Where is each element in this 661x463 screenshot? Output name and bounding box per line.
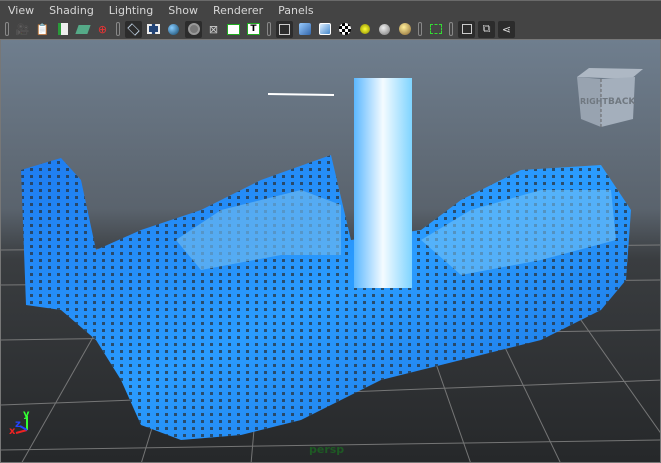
view-cube-right: RIGHT xyxy=(580,97,608,106)
menu-lighting[interactable]: Lighting xyxy=(109,4,153,17)
menu-renderer[interactable]: Renderer xyxy=(213,4,263,17)
camera-label: persp xyxy=(309,443,345,456)
perspective-viewport[interactable]: y x z RIGHT BACK persp xyxy=(0,39,661,463)
menu-shading[interactable]: Shading xyxy=(49,4,94,17)
isolate-select-icon[interactable] xyxy=(427,21,444,38)
menu-bar: View Shading Lighting Show Renderer Pane… xyxy=(0,0,661,19)
xray-joints-icon[interactable]: ⧉ xyxy=(478,20,495,38)
ambient-occlusion-icon[interactable] xyxy=(396,21,413,38)
bookmark-icon[interactable] xyxy=(54,21,71,38)
grid-icon[interactable] xyxy=(125,20,142,38)
toolbar-separator xyxy=(116,22,120,36)
image-plane-icon[interactable] xyxy=(74,21,91,38)
shadows-icon[interactable] xyxy=(376,21,393,38)
film-gate-icon[interactable] xyxy=(145,21,162,38)
wireframe-icon[interactable] xyxy=(276,20,293,38)
wireframe-on-shaded-icon[interactable] xyxy=(316,21,333,38)
toolbar-separator xyxy=(449,22,453,36)
scene: y x z xyxy=(1,78,660,462)
toolbar-separator xyxy=(5,22,9,36)
smooth-shade-icon[interactable] xyxy=(296,21,313,38)
field-chart-icon[interactable]: ⊠ xyxy=(205,21,222,38)
menu-view[interactable]: View xyxy=(8,4,34,17)
select-camera-icon[interactable]: 🎥 xyxy=(14,21,31,38)
axis-y-label: y xyxy=(23,409,30,420)
textured-icon[interactable] xyxy=(336,21,353,38)
view-cube-back: BACK xyxy=(608,97,636,107)
xray-components-icon[interactable]: ⋖ xyxy=(498,20,515,38)
view-cube[interactable]: RIGHT BACK xyxy=(575,67,647,133)
xray-icon[interactable] xyxy=(458,20,475,38)
axis-indicator: y x z xyxy=(9,409,30,437)
menu-panels[interactable]: Panels xyxy=(278,4,313,17)
gate-mask-icon[interactable] xyxy=(185,20,202,38)
resolution-gate-icon[interactable] xyxy=(165,21,182,38)
safe-action-icon[interactable] xyxy=(225,21,242,38)
menu-show[interactable]: Show xyxy=(168,4,198,17)
use-all-lights-icon[interactable] xyxy=(356,21,373,38)
toolbar-separator xyxy=(418,22,422,36)
toolbar-separator xyxy=(267,22,271,36)
2d-pan-zoom-icon[interactable]: ⊕ xyxy=(94,21,111,38)
fluid-column xyxy=(354,78,412,288)
fluid-particles xyxy=(21,78,631,440)
emitter-line xyxy=(267,93,335,96)
safe-title-icon[interactable]: T xyxy=(245,21,262,38)
camera-attributes-icon[interactable]: 📋 xyxy=(34,21,51,38)
axis-z-label: z xyxy=(15,419,21,430)
panel-toolbar: 🎥 📋 ⊕ ⊠ T ⧉ ⋖ xyxy=(0,19,661,39)
